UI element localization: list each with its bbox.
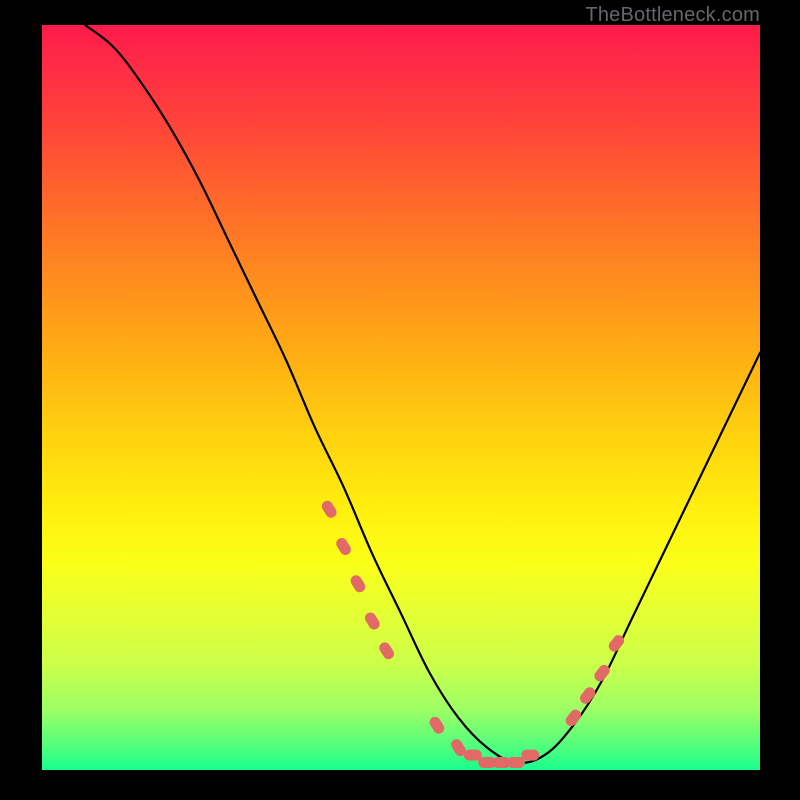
chart-container: TheBottleneck.com: [0, 0, 800, 800]
plot-area: [42, 25, 760, 770]
watermark-label: TheBottleneck.com: [585, 4, 760, 27]
